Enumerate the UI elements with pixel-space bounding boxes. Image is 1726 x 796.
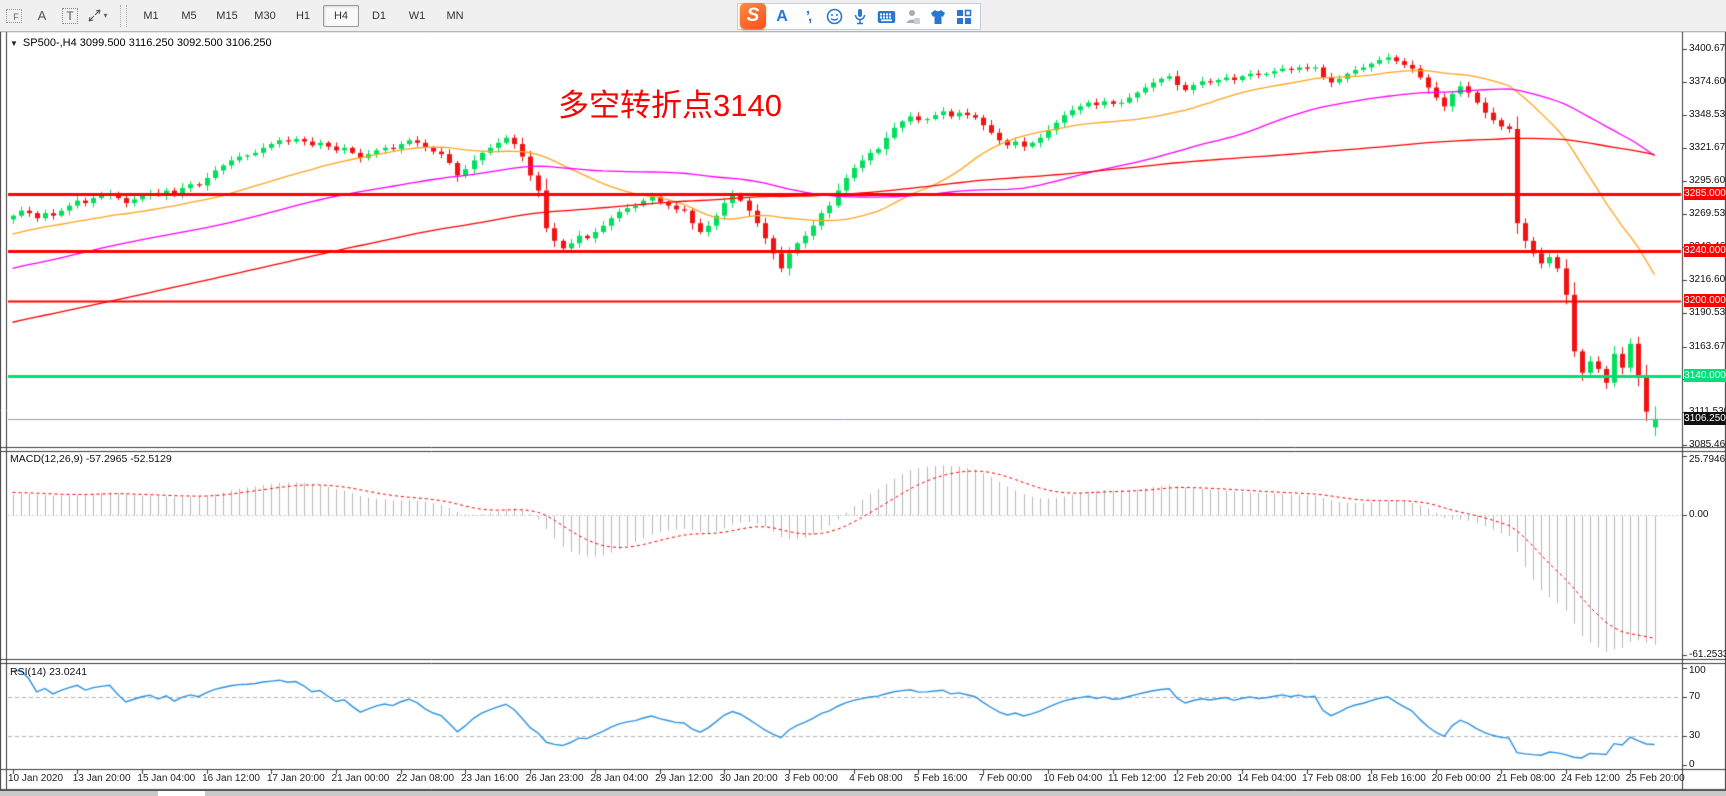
taskbar-strip [0,790,1726,796]
emoji-icon[interactable] [824,7,844,27]
account-icon[interactable] [902,7,922,27]
timeframe-bar: M1M5M15M30H1H4D1W1MN [133,5,473,27]
timeframe-button-w1[interactable]: W1 [399,5,435,27]
sogou-logo-icon[interactable]: S [740,3,766,29]
timeframe-button-m30[interactable]: M30 [247,5,283,27]
text-box-icon[interactable]: T [57,4,83,28]
punctuation-icon[interactable]: ’, [798,7,818,27]
rsi-label: RSI(14) 23.0241 [10,666,87,678]
macd-label: MACD(12,26,9) -57.2965 -52.5129 [10,453,172,465]
chart-canvas[interactable] [0,0,1726,796]
skin-tshirt-icon[interactable] [928,7,948,27]
timeframe-button-d1[interactable]: D1 [361,5,397,27]
timeframe-button-m1[interactable]: M1 [133,5,169,27]
diagonal-arrows-icon [88,9,101,22]
arrow-tools-icon[interactable]: ▾ [85,4,111,28]
taskbar-gap [158,791,205,796]
text-label-glyph: A [38,8,47,23]
symbol-header[interactable]: ▼ SP500-,H4 3099.500 3116.250 3092.500 31… [10,37,272,49]
toolbox-grid-icon[interactable] [954,7,974,27]
toolbar-separator [120,5,127,27]
keyboard-icon[interactable] [876,7,896,27]
ime-toolbar: S A ’, [737,3,981,30]
timeframe-button-m5[interactable]: M5 [171,5,207,27]
text-box-glyph: T [62,8,77,24]
dropdown-caret-icon: ▾ [103,11,107,20]
grid-f-icon[interactable]: F [1,4,27,28]
timeframe-button-h4[interactable]: H4 [323,5,359,27]
timeframe-button-mn[interactable]: MN [437,5,473,27]
timeframe-button-m15[interactable]: M15 [209,5,245,27]
trading-terminal: F A T ▾ M1M5M15M30H1H4D1W1MN S A ’, [0,0,1726,796]
grid-f-glyph: F [6,9,22,23]
chart-annotation: 多空转折点3140 [558,80,782,125]
symbol-ohlc-text: SP500-,H4 3099.500 3116.250 3092.500 310… [23,37,272,49]
language-mode-icon[interactable]: A [772,7,792,27]
microphone-icon[interactable] [850,7,870,27]
timeframe-button-h1[interactable]: H1 [285,5,321,27]
symbol-dropdown-icon[interactable]: ▼ [10,39,18,48]
text-label-icon[interactable]: A [29,4,55,28]
